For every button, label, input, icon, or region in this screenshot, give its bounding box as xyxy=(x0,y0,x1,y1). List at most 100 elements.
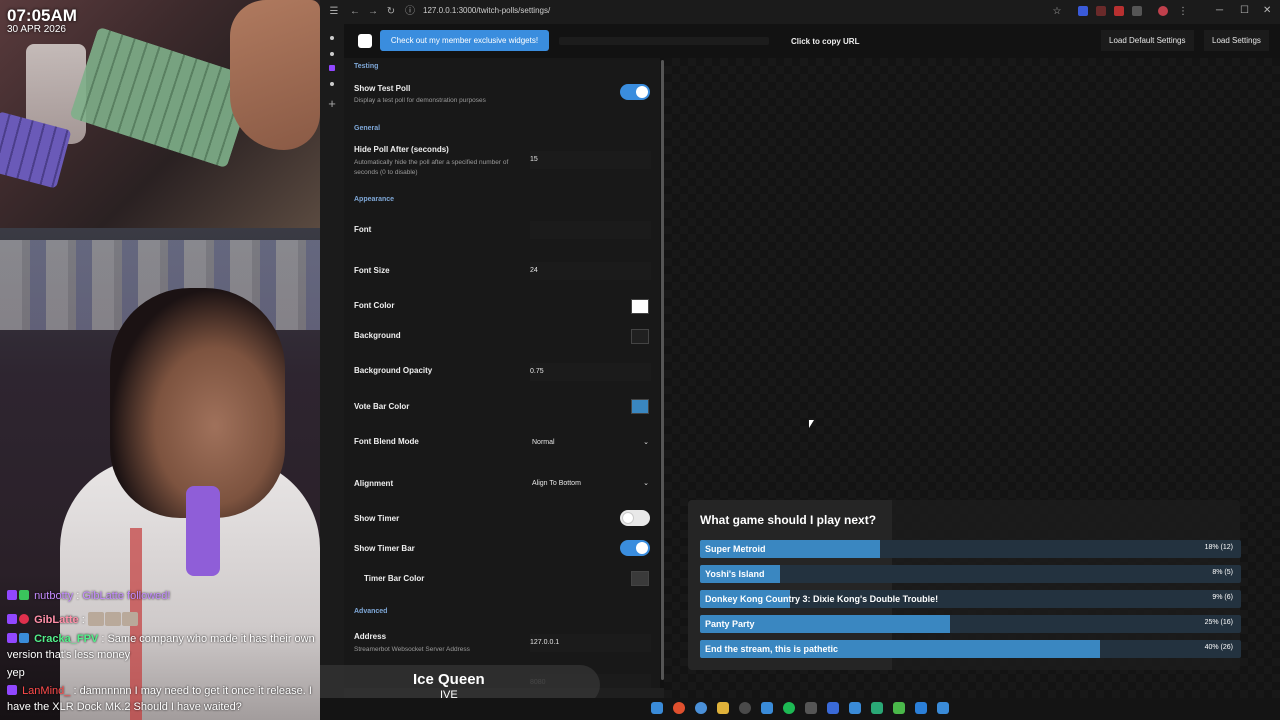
extension-icon[interactable] xyxy=(1114,6,1124,16)
site-info-icon[interactable]: ⓘ xyxy=(402,4,418,20)
emote-icon xyxy=(104,612,121,626)
person-head xyxy=(110,288,285,518)
chat-username: Cracka_FPV xyxy=(34,633,99,645)
hide-poll-after-label: Hide Poll After (seconds) xyxy=(354,145,449,154)
alignment-select[interactable]: Align To Bottom ⌄ xyxy=(530,476,651,492)
reload-icon[interactable]: ↻ xyxy=(383,4,399,20)
add-icon[interactable]: + xyxy=(324,96,340,112)
overlay-clock: 07:05AM xyxy=(7,6,77,25)
app-header: Check out my member exclusive widgets! C… xyxy=(344,24,1280,58)
mod-badge-icon xyxy=(19,633,29,643)
chevron-down-icon: ⌄ xyxy=(643,480,649,487)
app-icon[interactable] xyxy=(871,702,883,714)
tab-list-icon[interactable]: ☰ xyxy=(326,4,342,20)
chat-username: GibLatte xyxy=(34,614,79,626)
obs-icon[interactable] xyxy=(739,702,751,714)
extensions-puzzle-icon[interactable] xyxy=(1132,6,1142,16)
close-icon[interactable]: ✕ xyxy=(1263,5,1271,16)
file-explorer-icon[interactable] xyxy=(717,702,729,714)
app-icon[interactable] xyxy=(849,702,861,714)
timer-bar-color-swatch[interactable] xyxy=(631,571,649,586)
load-settings-button[interactable]: Load Settings xyxy=(1204,30,1269,51)
font-blend-mode-select[interactable]: Normal ⌄ xyxy=(530,435,651,451)
font-color-swatch[interactable] xyxy=(631,299,649,314)
section-advanced: Advanced xyxy=(354,608,388,615)
extension-icon[interactable] xyxy=(1078,6,1088,16)
sub-badge-icon xyxy=(7,614,17,624)
chat-message: LanMind_ : damnnnnn I may need to get it… xyxy=(7,685,312,713)
app-logo-icon xyxy=(358,34,372,48)
emote-icon xyxy=(87,612,104,626)
bookmark-star-icon[interactable]: ☆ xyxy=(1049,4,1065,20)
stream-camera-area: 07:05AM 30 APR 2026 nutbotty : GibLatte … xyxy=(0,0,320,720)
forward-icon[interactable]: → xyxy=(365,4,381,20)
widget-url-field[interactable] xyxy=(559,37,769,45)
hide-poll-after-input[interactable]: 15 xyxy=(530,151,651,169)
font-blend-mode-value: Normal xyxy=(532,439,555,446)
show-timer-bar-toggle[interactable] xyxy=(620,540,650,556)
hide-poll-after-desc: Automatically hide the poll after a spec… xyxy=(354,159,509,176)
side-dot[interactable] xyxy=(330,82,334,86)
vscode-icon[interactable] xyxy=(915,702,927,714)
browser-app-icon[interactable] xyxy=(673,702,685,714)
spotify-icon[interactable] xyxy=(783,702,795,714)
poll-option: Panty Party 25% (16) xyxy=(700,615,1241,633)
extension-icon[interactable] xyxy=(1096,6,1106,16)
alignment-label: Alignment xyxy=(354,479,394,488)
emote-icon xyxy=(121,612,138,626)
poll-option-label: Panty Party xyxy=(705,619,755,629)
sub-badge-icon xyxy=(7,685,17,695)
chat-username: LanMind_ xyxy=(22,685,71,697)
taskbar xyxy=(320,698,1280,720)
side-dot[interactable] xyxy=(330,52,334,56)
poll-question: What game should I play next? xyxy=(700,513,877,527)
browser-menu-icon[interactable]: ⋮ xyxy=(1175,4,1191,20)
font-input[interactable] xyxy=(530,221,651,239)
minimize-icon[interactable]: ─ xyxy=(1216,5,1223,16)
twitch-icon[interactable] xyxy=(329,65,335,71)
app-icon[interactable] xyxy=(761,702,773,714)
load-default-settings-button[interactable]: Load Default Settings xyxy=(1101,30,1194,51)
address-bar[interactable]: 127.0.0.1:3000/twitch-polls/settings/ xyxy=(423,6,550,15)
font-size-input[interactable]: 24 xyxy=(530,262,651,280)
poll-option-label: End the stream, this is pathetic xyxy=(705,644,839,654)
poll-option-label: Donkey Kong Country 3: Dixie Kong's Doub… xyxy=(705,594,939,604)
side-dot[interactable] xyxy=(330,36,334,40)
poll-option-percent: 18% (12) xyxy=(1204,544,1233,551)
app-icon[interactable] xyxy=(827,702,839,714)
copy-url-button[interactable]: Click to copy URL xyxy=(791,37,859,46)
browser-toolbar: ☰ ← → ↻ ⓘ 127.0.0.1:3000/twitch-polls/se… xyxy=(320,0,1280,24)
chrome-icon[interactable] xyxy=(695,702,707,714)
background-color-swatch[interactable] xyxy=(631,329,649,344)
poll-option-percent: 40% (26) xyxy=(1204,644,1233,651)
start-icon[interactable] xyxy=(651,702,663,714)
address-input[interactable]: 127.0.0.1 xyxy=(530,634,651,652)
show-timer-toggle[interactable] xyxy=(620,510,650,526)
poll-option-percent: 9% (6) xyxy=(1212,594,1233,601)
maximize-icon[interactable]: ☐ xyxy=(1240,5,1249,16)
timer-bar-color-label: Timer Bar Color xyxy=(364,574,425,583)
font-color-label: Font Color xyxy=(354,301,395,310)
browser-side-strip: + xyxy=(320,24,344,720)
vote-bar-color-swatch[interactable] xyxy=(631,399,649,414)
poll-option-percent: 8% (5) xyxy=(1212,569,1233,576)
poll-option-label: Super Metroid xyxy=(705,544,766,554)
profile-avatar-icon[interactable] xyxy=(1158,6,1168,16)
overlay-date: 30 APR 2026 xyxy=(7,24,66,35)
app-icon[interactable] xyxy=(937,702,949,714)
back-icon[interactable]: ← xyxy=(347,4,363,20)
chat-message: Cracka_FPV : Same company who made it ha… xyxy=(7,633,315,661)
show-test-poll-desc: Display a test poll for demonstration pu… xyxy=(354,97,486,104)
poll-option: End the stream, this is pathetic 40% (26) xyxy=(700,640,1241,658)
show-test-poll-toggle[interactable] xyxy=(620,84,650,100)
font-blend-mode-label: Font Blend Mode xyxy=(354,437,419,446)
chat-username: nutbotty xyxy=(34,590,74,602)
chat-message: GibLatte : xyxy=(7,612,315,628)
app-icon[interactable] xyxy=(805,702,817,714)
app-icon[interactable] xyxy=(893,702,905,714)
section-testing: Testing xyxy=(354,63,379,70)
member-widgets-button[interactable]: Check out my member exclusive widgets! xyxy=(380,30,549,51)
address-label: Address xyxy=(354,632,387,641)
alignment-value: Align To Bottom xyxy=(532,480,581,487)
background-opacity-input[interactable]: 0.75 xyxy=(530,363,651,381)
